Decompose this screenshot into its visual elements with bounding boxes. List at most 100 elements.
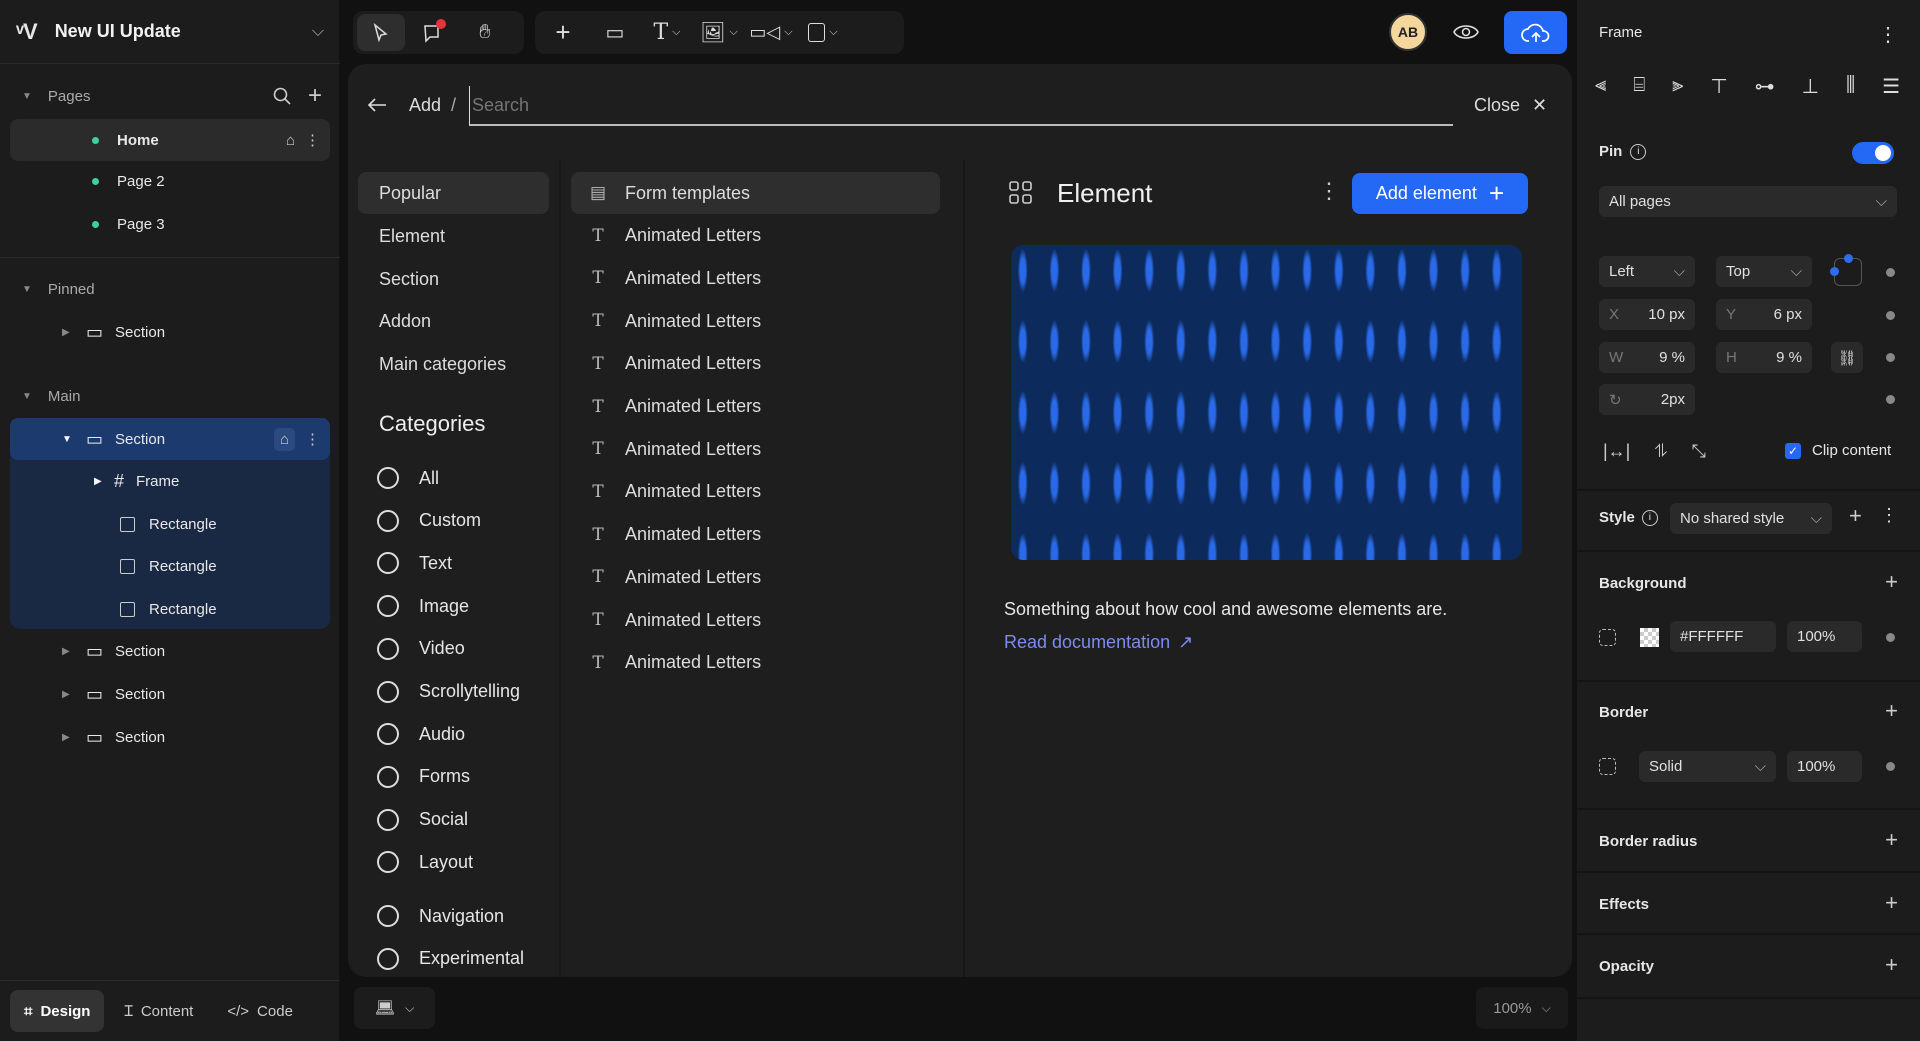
element-list-item[interactable]: ▤ Form templates (571, 172, 940, 214)
category-radio[interactable]: Video (377, 631, 465, 667)
video-tool[interactable]: ▭◁ ⌵ (747, 14, 795, 51)
y-field[interactable]: Y 6 px (1716, 299, 1812, 330)
border-style-dropdown[interactable]: Solid ⌵ (1639, 751, 1776, 782)
breadcrumb-add[interactable]: Add (409, 95, 441, 116)
close-button[interactable]: Close ✕ (1474, 88, 1547, 122)
preview-button[interactable] (1446, 14, 1486, 50)
home-icon[interactable]: ⌂ (273, 427, 295, 451)
category-radio[interactable]: All (377, 460, 439, 496)
status-dot[interactable] (1886, 762, 1895, 771)
visibility-toggle[interactable] (1599, 629, 1616, 646)
shrink-icon[interactable]: ⤡ (1691, 441, 1705, 462)
align-right-icon[interactable]: ⫸ (1672, 74, 1683, 99)
caret-right-icon[interactable]: ▶ (62, 646, 76, 657)
nav-addon[interactable]: Addon (358, 300, 549, 342)
avatar[interactable]: AB (1389, 13, 1427, 51)
category-radio[interactable]: Navigation (377, 898, 504, 934)
page-item[interactable]: Page 3 (10, 203, 330, 245)
align-left-icon[interactable]: ⫷ (1595, 74, 1606, 99)
fit-height-icon[interactable]: ⥮ (1654, 441, 1667, 462)
hand-tool[interactable]: ✋︎ (461, 14, 509, 51)
add-element-button[interactable]: Add element + (1352, 173, 1528, 214)
layer-item[interactable]: ▶ ▭ Section (10, 630, 330, 672)
anchor-picker[interactable] (1830, 254, 1862, 286)
fit-width-icon[interactable]: |↔| (1603, 441, 1630, 462)
add-style-icon[interactable]: + (1849, 503, 1862, 529)
element-list-item[interactable]: T Animated Letters (571, 343, 940, 385)
category-radio[interactable]: Scrollytelling (377, 674, 520, 710)
align-top-icon[interactable]: ⊤ (1710, 74, 1727, 99)
caret-right-icon[interactable]: ▶ (94, 476, 108, 487)
element-list-item[interactable]: T Animated Letters (571, 514, 940, 556)
device-selector[interactable]: 💻︎ ⌵ (354, 987, 435, 1029)
caret-right-icon[interactable]: ▶ (62, 689, 76, 700)
align-center-h-icon[interactable]: ⌸ (1633, 74, 1645, 99)
element-list-item[interactable]: T Animated Letters (571, 386, 940, 428)
layer-item[interactable]: ▶ # Frame (10, 460, 330, 502)
nav-main-categories[interactable]: Main categories (358, 343, 549, 385)
more-icon[interactable]: ⋮ (305, 131, 320, 149)
element-list-item[interactable]: T Animated Letters (571, 300, 940, 342)
text-tool[interactable]: T ⌵ (643, 14, 691, 51)
more-icon[interactable]: ⋮ (1878, 22, 1898, 47)
tab-content[interactable]: Ɪ Content (110, 990, 207, 1032)
nav-popular[interactable]: Popular (358, 172, 549, 214)
element-list-item[interactable]: T Animated Letters (571, 599, 940, 641)
clip-content-row[interactable]: ✓ Clip content (1785, 442, 1891, 459)
search-input[interactable] (469, 86, 1453, 126)
element-list-item[interactable]: T Animated Letters (571, 556, 940, 598)
tab-code[interactable]: </> Code (213, 990, 307, 1032)
status-dot[interactable] (1886, 268, 1895, 277)
read-documentation-link[interactable]: Read documentation ↗ (1004, 632, 1193, 653)
category-radio[interactable]: Forms (377, 759, 470, 795)
layer-item[interactable]: Rectangle (10, 503, 330, 545)
shape-tool[interactable]: ⌵ (799, 14, 847, 51)
add-radius-icon[interactable]: + (1885, 827, 1898, 853)
color-swatch[interactable] (1640, 628, 1659, 647)
pin-toggle[interactable] (1852, 142, 1894, 164)
more-icon[interactable]: ⋮ (1318, 178, 1340, 204)
layer-item[interactable]: ▶ ▭ Section (10, 673, 330, 715)
caret-right-icon[interactable]: ▶ (62, 327, 76, 338)
category-radio[interactable]: Social (377, 802, 468, 838)
element-list-item[interactable]: T Animated Letters (571, 642, 940, 684)
category-radio[interactable]: Image (377, 588, 469, 624)
layer-item[interactable]: ▶ ▭ Section (10, 716, 330, 758)
status-dot[interactable] (1886, 311, 1895, 320)
element-list-item[interactable]: T Animated Letters (571, 428, 940, 470)
status-dot[interactable] (1886, 353, 1895, 362)
category-radio[interactable]: Audio (377, 716, 465, 752)
caret-right-icon[interactable]: ▶ (62, 732, 76, 743)
shared-style-dropdown[interactable]: No shared style ⌵ (1670, 503, 1832, 534)
width-field[interactable]: W 9 % (1599, 342, 1695, 373)
page-item-home[interactable]: Home ⌂ ⋮ (10, 119, 330, 161)
distribute-v-icon[interactable]: ☰ (1882, 74, 1900, 99)
border-opacity-field[interactable]: 100% (1787, 751, 1862, 782)
category-radio[interactable]: Text (377, 545, 452, 581)
add-tool[interactable]: + (539, 14, 587, 51)
bg-opacity-field[interactable]: 100% (1787, 621, 1862, 652)
image-tool[interactable]: 🖼︎ ⌵ (695, 14, 743, 51)
nav-section[interactable]: Section (358, 258, 549, 300)
visibility-toggle[interactable] (1599, 758, 1616, 775)
add-border-icon[interactable]: + (1885, 698, 1898, 724)
back-button[interactable] (366, 88, 388, 122)
more-icon[interactable]: ⋮ (305, 430, 320, 448)
clip-checkbox[interactable]: ✓ (1785, 442, 1801, 459)
add-opacity-icon[interactable]: + (1885, 952, 1898, 978)
align-bottom-icon[interactable]: ⊥ (1802, 74, 1819, 99)
info-icon[interactable]: i (1641, 509, 1658, 526)
add-effect-icon[interactable]: + (1885, 890, 1898, 916)
comment-tool[interactable] (409, 14, 457, 51)
caret-down-icon[interactable]: ▼ (22, 91, 32, 102)
section-tool[interactable]: ▭ (591, 14, 639, 51)
x-field[interactable]: X 10 px (1599, 299, 1695, 330)
horizontal-anchor-dropdown[interactable]: Left ⌵ (1599, 256, 1695, 287)
select-tool[interactable] (357, 14, 405, 51)
bg-color-field[interactable]: #FFFFFF (1670, 621, 1776, 652)
zoom-selector[interactable]: 100% ⌵ (1476, 987, 1568, 1029)
caret-down-icon[interactable]: ▼ (22, 391, 32, 402)
status-dot[interactable] (1886, 395, 1895, 404)
more-icon[interactable]: ⋮ (1880, 505, 1898, 526)
layer-item[interactable]: Rectangle (10, 588, 330, 630)
